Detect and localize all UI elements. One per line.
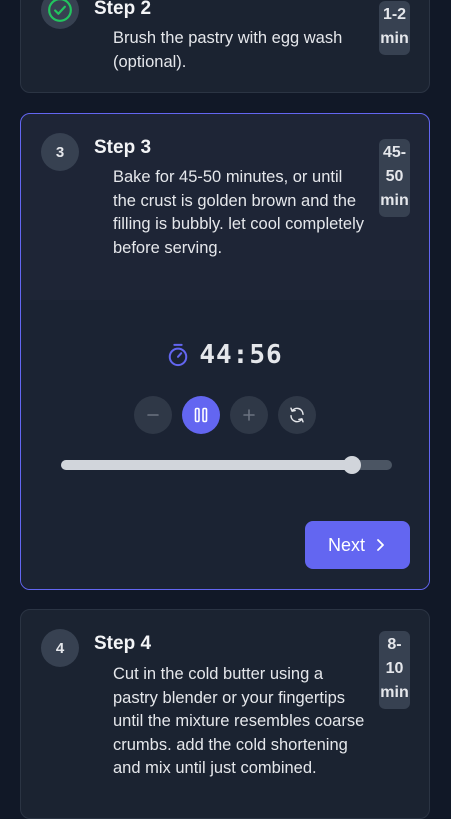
step-description: Cut in the cold butter using a pastry bl…: [113, 665, 365, 777]
pause-button[interactable]: [182, 396, 220, 434]
step-completed-badge: [41, 0, 79, 29]
step-duration-badge: 8-10 min: [379, 631, 410, 709]
step-duration-badge: 45-50 min: [379, 139, 410, 217]
timer-time: 44:56: [199, 340, 283, 370]
timer-progress-slider[interactable]: [61, 456, 392, 474]
slider-fill: [61, 460, 353, 470]
reset-timer-button[interactable]: [278, 396, 316, 434]
step-title: Step 3: [94, 137, 152, 158]
step-card-4[interactable]: 4 Step 4 Cut in the cold butter using a …: [20, 609, 430, 819]
chevron-right-icon: [377, 539, 384, 551]
next-label: Next: [327, 534, 365, 555]
step-title: Step 2: [94, 0, 152, 19]
stopwatch-icon: [169, 343, 188, 367]
step-number-badge: 4: [41, 629, 79, 667]
step-description: Brush the pastry with egg wash (optional…: [113, 29, 343, 71]
timer-panel: 44:56 Next: [21, 300, 429, 589]
step-number-badge: 3: [41, 133, 79, 171]
reset-icon: [290, 407, 304, 423]
check-circle-icon: [48, 0, 72, 22]
timer-display: 44:56: [21, 340, 429, 370]
step-card-2[interactable]: Step 2 Brush the pastry with egg wash (o…: [20, 0, 430, 93]
next-step-button[interactable]: Next: [305, 521, 410, 569]
step-card-3[interactable]: 3 Step 3 Bake for 45-50 minutes, or unti…: [20, 113, 430, 590]
decrease-time-button[interactable]: [134, 396, 172, 434]
minus-icon: [147, 414, 159, 416]
timer-controls: [21, 396, 429, 434]
plus-icon: [243, 409, 255, 421]
increase-time-button[interactable]: [230, 396, 268, 434]
pause-icon: [194, 407, 208, 423]
step-title: Step 4: [94, 633, 152, 654]
step-duration-badge: 1-2 min: [379, 1, 410, 55]
step-description: Bake for 45-50 minutes, or until the cru…: [113, 168, 364, 257]
slider-thumb[interactable]: [343, 456, 362, 474]
